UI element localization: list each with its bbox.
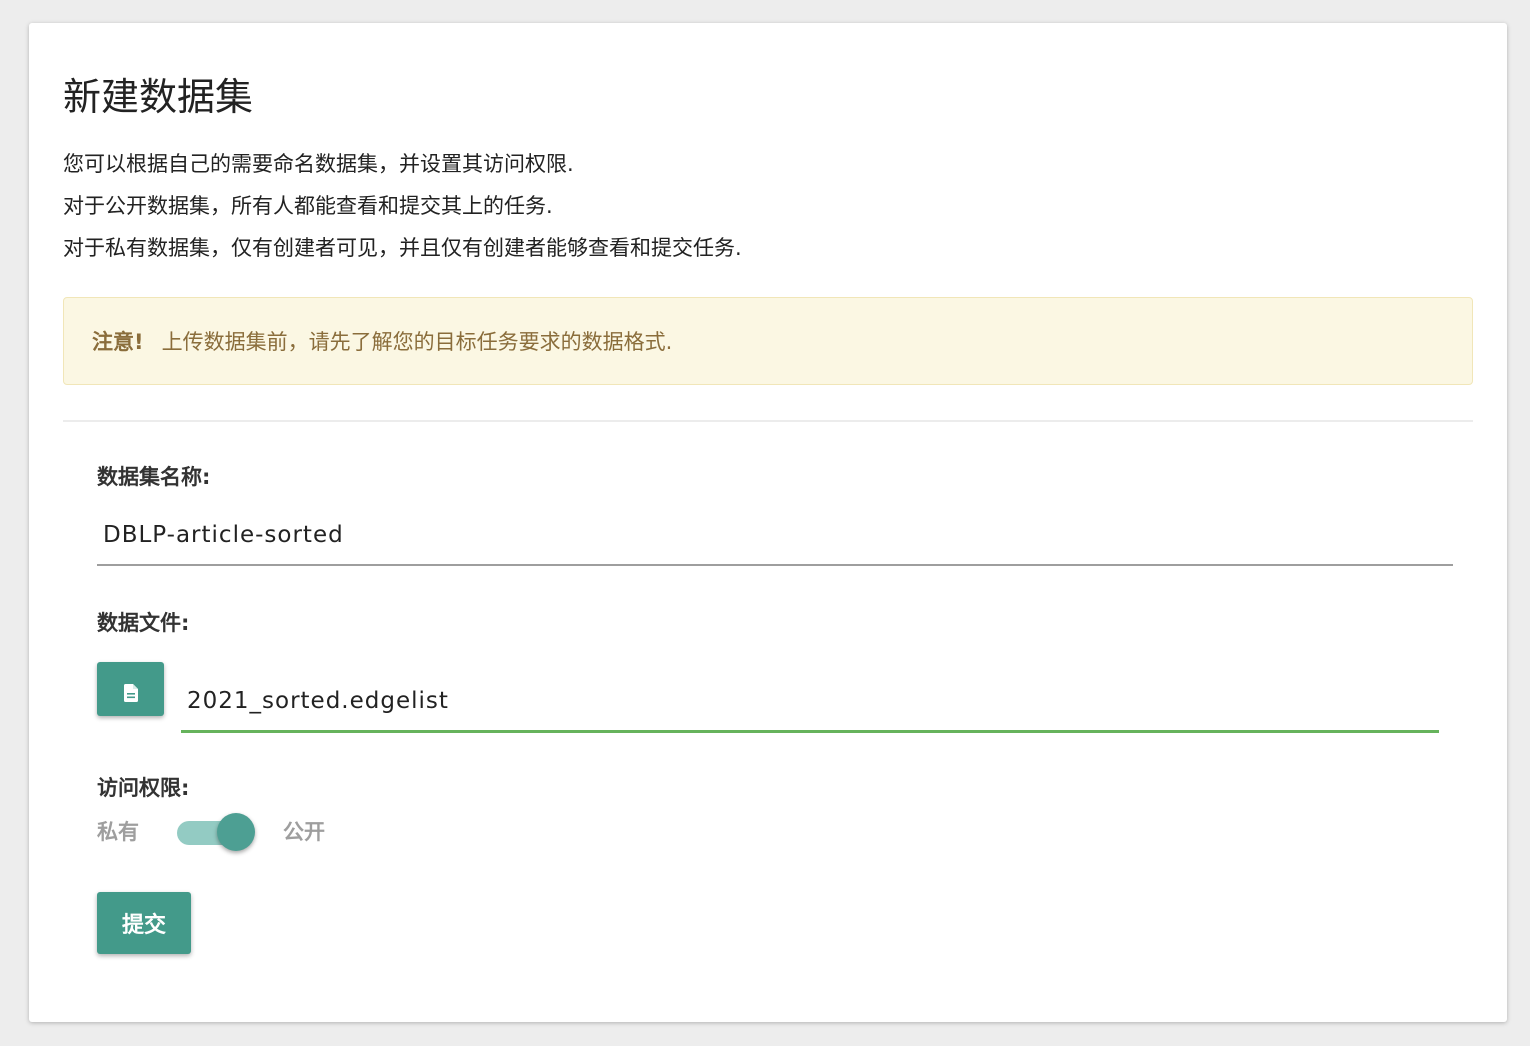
description-line: 您可以根据自己的需要命名数据集，并设置其访问权限. bbox=[63, 152, 574, 176]
submit-button[interactable]: 提交 bbox=[97, 892, 191, 954]
access-label: 访问权限: bbox=[97, 776, 190, 800]
warning-alert: 注意! 上传数据集前，请先了解您的目标任务要求的数据格式. bbox=[63, 297, 1473, 385]
new-dataset-card: 新建数据集 您可以根据自己的需要命名数据集，并设置其访问权限. 对于公开数据集，… bbox=[29, 23, 1507, 1022]
alert-label: 注意! bbox=[92, 330, 144, 354]
page-title: 新建数据集 bbox=[63, 75, 254, 119]
dataset-name-label: 数据集名称: bbox=[97, 465, 211, 489]
file-path-input[interactable] bbox=[181, 671, 1439, 733]
description-line: 对于公开数据集，所有人都能查看和提交其上的任务. bbox=[63, 194, 553, 218]
alert-text: 上传数据集前，请先了解您的目标任务要求的数据格式. bbox=[161, 330, 673, 354]
access-private-label: 私有 bbox=[97, 820, 139, 844]
file-icon bbox=[123, 684, 138, 706]
page-description: 您可以根据自己的需要命名数据集，并设置其访问权限. 对于公开数据集，所有人都能查… bbox=[63, 143, 742, 269]
access-public-label: 公开 bbox=[283, 820, 325, 844]
file-upload-button[interactable] bbox=[97, 662, 164, 716]
section-divider bbox=[63, 420, 1473, 422]
dataset-name-input[interactable] bbox=[97, 506, 1453, 566]
access-toggle[interactable] bbox=[177, 811, 257, 851]
toggle-knob bbox=[217, 813, 255, 851]
data-file-label: 数据文件: bbox=[97, 611, 190, 635]
access-switch-row: 私有 公开 bbox=[97, 811, 325, 851]
description-line: 对于私有数据集，仅有创建者可见，并且仅有创建者能够查看和提交任务. bbox=[63, 236, 742, 260]
